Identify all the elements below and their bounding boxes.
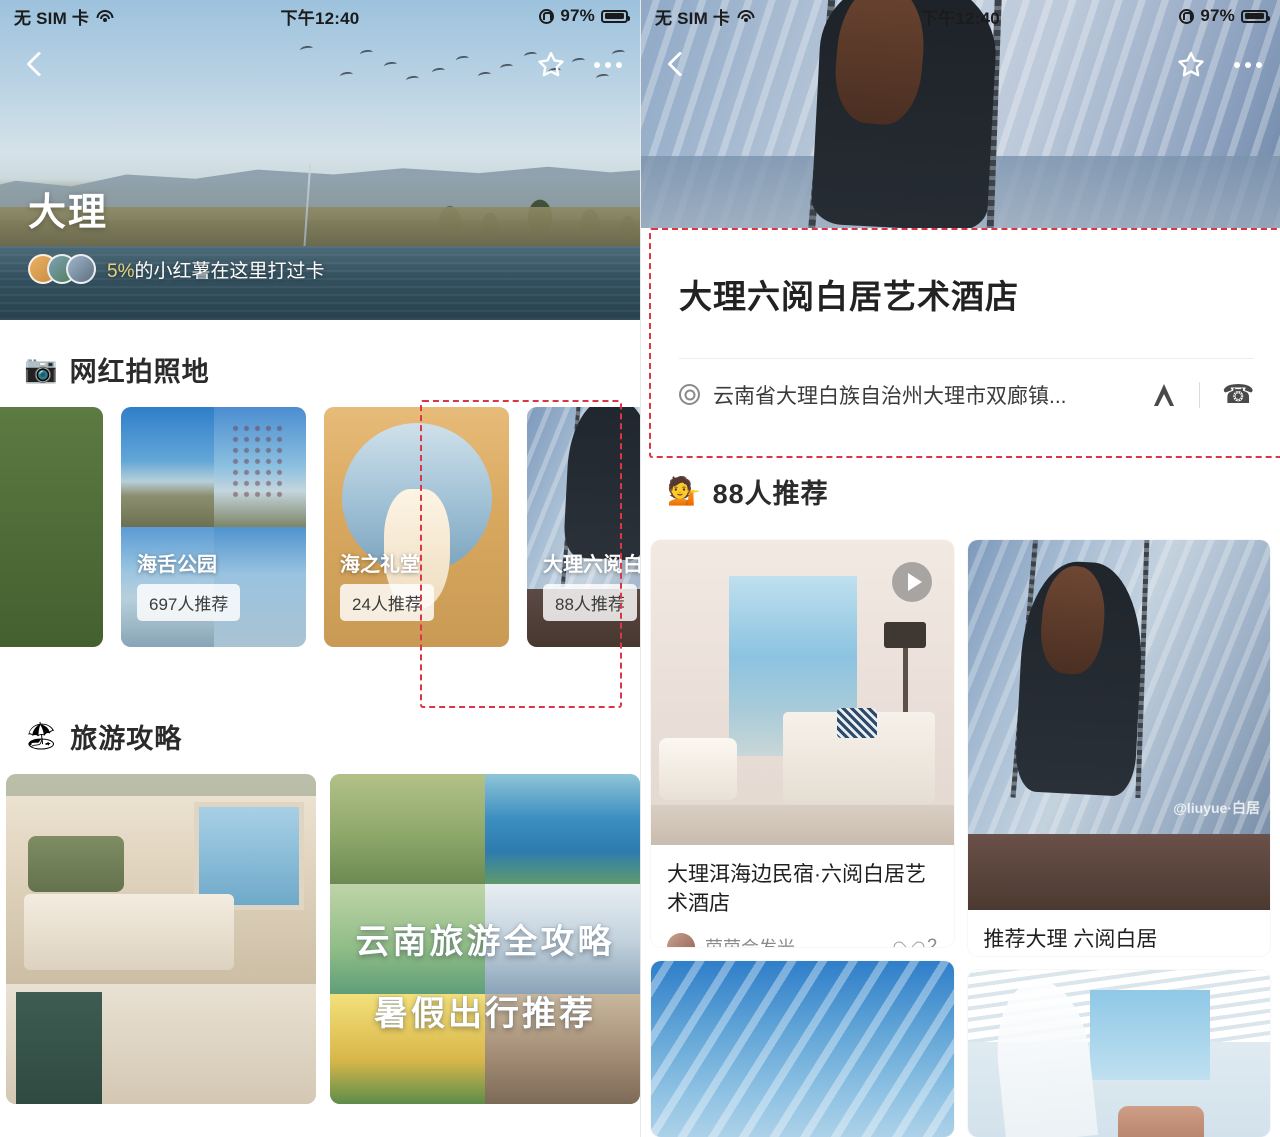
left-phone-screen: 无 SIM 卡 下午12:40 97% 大理 5%的小红薯在这里打过卡 📷 网红… xyxy=(0,0,640,1137)
masonry-column-left: 大理洱海边民宿·六阅白居艺术酒店 茵茵会发光 2 xyxy=(651,540,954,1137)
photo-spot-card-highlighted[interactable]: 大理六阅白居艺... 88人推荐 @liuyu xyxy=(527,407,640,647)
photo-spot-name: 大理六阅白居艺... xyxy=(543,554,640,576)
battery-icon xyxy=(1241,9,1270,23)
photo-spot-card[interactable]: 海舌公园 697人推荐 xyxy=(121,407,306,647)
camera-icon: 📷 xyxy=(24,354,58,384)
status-bar-left: 无 SIM 卡 下午12:40 97% xyxy=(0,0,640,32)
rotation-lock-icon xyxy=(1179,8,1195,24)
like-count: 2 xyxy=(926,935,938,947)
section-title-photo-spots: 网红拍照地 xyxy=(69,357,210,387)
ellipsis-icon-right[interactable] xyxy=(1234,61,1262,68)
poi-name: 大理六阅白居艺术酒店 xyxy=(679,278,1019,315)
photo-spot-badge: 697人推荐 xyxy=(137,584,241,621)
status-bar-right: 无 SIM 卡 下午12:40 97% xyxy=(641,0,1280,32)
poi-address: 云南省大理白族自治州大理市双廊镇... xyxy=(713,384,1067,408)
notes-masonry-grid: 大理洱海边民宿·六阅白居艺术酒店 茵茵会发光 2 xyxy=(641,540,1280,1137)
recommend-count-title: 88人推荐 xyxy=(712,479,829,509)
note-card[interactable]: @liuyue·白居 推荐大理 六阅白居 黄小姐- 4 xyxy=(967,540,1271,957)
back-button-right[interactable] xyxy=(659,48,693,82)
beach-icon: 🏖 xyxy=(24,721,59,751)
note-title: 推荐大理 六阅白居 xyxy=(983,928,1158,951)
note-image[interactable] xyxy=(651,960,954,1137)
poi-info-card: 大理六阅白居艺术酒店 云南省大理白族自治州大理市双廊镇... ☎ xyxy=(649,228,1280,458)
star-outline-icon-left[interactable] xyxy=(536,50,566,80)
guide-overlay-line1: 云南旅游全攻略 xyxy=(355,923,615,961)
note-card[interactable] xyxy=(651,960,954,1137)
section-title-travel-guides: 旅游攻略 xyxy=(70,724,183,754)
back-button-left[interactable] xyxy=(18,48,52,82)
content-sheet-left: 📷 网红拍照地 海舌公园 697人推荐 海之礼堂 24人推荐 大理六阅白 88人… xyxy=(0,320,640,1137)
hero-subtitle-row: 5%的小红薯在这里打过卡 xyxy=(28,254,324,284)
guide-overlay-line2: 暑假出行推荐 xyxy=(374,995,596,1033)
hero-title-left: 大理 xyxy=(28,192,109,234)
note-author[interactable]: 茵茵会发光 xyxy=(705,934,795,947)
nav-actions-left xyxy=(536,50,622,80)
divider-vertical xyxy=(1198,381,1200,408)
note-footer: 黄小姐- 4 xyxy=(968,955,1271,956)
note-title: 大理洱海边民宿·六阅白居艺术酒店 xyxy=(667,863,926,915)
phone-icon[interactable]: ☎ xyxy=(1222,379,1254,410)
photo-spot-name: 海舌公园 xyxy=(137,554,217,576)
location-pin-icon xyxy=(679,384,700,405)
ellipsis-icon-left[interactable] xyxy=(594,61,622,68)
travel-guide-card[interactable]: 云南旅游全攻略 暑假出行推荐 xyxy=(330,774,640,1104)
avatar-stack xyxy=(28,254,96,284)
note-image[interactable] xyxy=(967,970,1270,1137)
section-header-photo-spots: 📷 网红拍照地 xyxy=(0,320,640,407)
avatar[interactable] xyxy=(667,932,695,947)
section-header-recommendations: 💁 88人推荐 xyxy=(641,472,1280,511)
note-card[interactable]: 大理洱海边民宿·六阅白居艺术酒店 茵茵会发光 2 xyxy=(651,540,954,947)
nav-bar-left xyxy=(0,32,640,97)
person-tipping-hand-icon: 💁 xyxy=(667,476,701,506)
photo-spot-carousel[interactable]: 海舌公园 697人推荐 海之礼堂 24人推荐 大理六阅白居艺... 88人推荐 … xyxy=(0,407,640,647)
like-group[interactable]: 2 xyxy=(900,936,938,947)
hero-banner-right xyxy=(641,0,1280,228)
photo-watermark: @liuyue·白居 xyxy=(1173,800,1260,816)
poi-actions: ☎ xyxy=(1151,379,1254,410)
section-header-travel-guides: 🏖 旅游攻略 xyxy=(0,647,640,774)
note-card[interactable] xyxy=(967,970,1270,1137)
navigation-arrow-icon[interactable] xyxy=(1151,382,1177,408)
photo-spot-name: 海之礼堂 xyxy=(340,554,420,576)
nav-bar-right xyxy=(641,32,1280,97)
poi-address-row: 云南省大理白族自治州大理市双廊镇... ☎ xyxy=(649,359,1280,410)
play-icon[interactable] xyxy=(891,562,932,602)
photo-spot-card-partial[interactable] xyxy=(0,407,103,647)
photo-spot-badge: 88人推荐 xyxy=(543,584,637,621)
battery-icon xyxy=(601,9,630,23)
avatar xyxy=(66,254,96,284)
checkin-text: 的小红薯在这里打过卡 xyxy=(134,260,325,282)
rotation-lock-icon xyxy=(539,8,555,24)
note-image[interactable] xyxy=(651,540,954,845)
travel-guide-list: 云南旅游全攻略 暑假出行推荐 xyxy=(0,774,640,1104)
note-image[interactable]: @liuyue·白居 xyxy=(967,540,1270,910)
travel-guide-card[interactable] xyxy=(6,774,316,1104)
masonry-column-right: @liuyue·白居 推荐大理 六阅白居 黄小姐- 4 xyxy=(967,540,1271,1137)
dual-screenshot-container: 无 SIM 卡 下午12:40 97% 大理 5%的小红薯在这里打过卡 📷 网红… xyxy=(0,0,1280,1137)
photo-spot-card[interactable]: 海之礼堂 24人推荐 xyxy=(324,407,509,647)
hero-subtitle-text: 5%的小红薯在这里打过卡 xyxy=(107,256,324,283)
note-footer: 茵茵会发光 2 xyxy=(651,919,954,947)
heart-icon[interactable] xyxy=(900,937,919,946)
hero-banner-left: 大理 5%的小红薯在这里打过卡 xyxy=(0,0,640,320)
nav-actions-right xyxy=(1176,50,1262,80)
star-outline-icon-right[interactable] xyxy=(1176,50,1206,80)
photo-spot-badge: 24人推荐 xyxy=(340,584,434,621)
right-phone-screen: 无 SIM 卡 下午12:40 97% 大理六阅白居艺术酒店 云南省大理白族自治… xyxy=(640,0,1280,1137)
checkin-percent: 5% xyxy=(107,260,135,282)
